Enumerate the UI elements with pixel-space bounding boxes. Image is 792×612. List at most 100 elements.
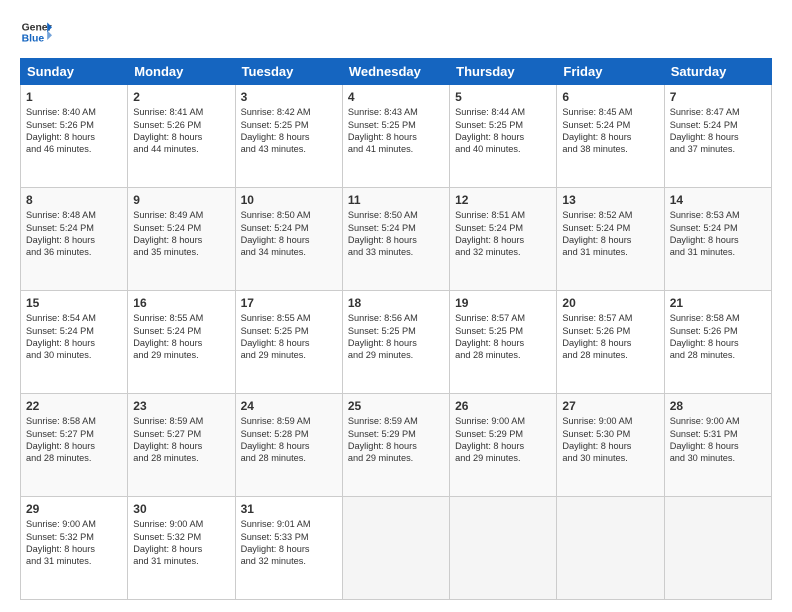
calendar-table: SundayMondayTuesdayWednesdayThursdayFrid…: [20, 58, 772, 600]
cell-details: Sunrise: 8:57 AM Sunset: 5:25 PM Dayligh…: [455, 312, 551, 362]
cell-details: Sunrise: 8:43 AM Sunset: 5:25 PM Dayligh…: [348, 106, 444, 156]
calendar-cell: [664, 497, 771, 600]
day-number: 19: [455, 295, 551, 311]
calendar-cell: 21Sunrise: 8:58 AM Sunset: 5:26 PM Dayli…: [664, 291, 771, 394]
calendar-cell: 30Sunrise: 9:00 AM Sunset: 5:32 PM Dayli…: [128, 497, 235, 600]
calendar-week-row: 15Sunrise: 8:54 AM Sunset: 5:24 PM Dayli…: [21, 291, 772, 394]
calendar-header-row: SundayMondayTuesdayWednesdayThursdayFrid…: [21, 59, 772, 85]
cell-details: Sunrise: 9:00 AM Sunset: 5:31 PM Dayligh…: [670, 415, 766, 465]
calendar-week-row: 1Sunrise: 8:40 AM Sunset: 5:26 PM Daylig…: [21, 85, 772, 188]
header: General Blue: [20, 16, 772, 48]
day-number: 16: [133, 295, 229, 311]
day-number: 10: [241, 192, 337, 208]
day-number: 27: [562, 398, 658, 414]
weekday-header: Tuesday: [235, 59, 342, 85]
day-number: 12: [455, 192, 551, 208]
day-number: 26: [455, 398, 551, 414]
calendar-cell: 31Sunrise: 9:01 AM Sunset: 5:33 PM Dayli…: [235, 497, 342, 600]
day-number: 14: [670, 192, 766, 208]
day-number: 6: [562, 89, 658, 105]
calendar-cell: [557, 497, 664, 600]
weekday-header: Sunday: [21, 59, 128, 85]
calendar-cell: 26Sunrise: 9:00 AM Sunset: 5:29 PM Dayli…: [450, 394, 557, 497]
day-number: 17: [241, 295, 337, 311]
day-number: 21: [670, 295, 766, 311]
weekday-header: Monday: [128, 59, 235, 85]
page: General Blue SundayMondayTuesdayWednesda…: [0, 0, 792, 612]
cell-details: Sunrise: 9:00 AM Sunset: 5:29 PM Dayligh…: [455, 415, 551, 465]
day-number: 29: [26, 501, 122, 517]
cell-details: Sunrise: 8:55 AM Sunset: 5:25 PM Dayligh…: [241, 312, 337, 362]
day-number: 30: [133, 501, 229, 517]
cell-details: Sunrise: 8:48 AM Sunset: 5:24 PM Dayligh…: [26, 209, 122, 259]
cell-details: Sunrise: 8:58 AM Sunset: 5:27 PM Dayligh…: [26, 415, 122, 465]
cell-details: Sunrise: 8:51 AM Sunset: 5:24 PM Dayligh…: [455, 209, 551, 259]
cell-details: Sunrise: 9:00 AM Sunset: 5:32 PM Dayligh…: [26, 518, 122, 568]
cell-details: Sunrise: 8:40 AM Sunset: 5:26 PM Dayligh…: [26, 106, 122, 156]
weekday-header: Thursday: [450, 59, 557, 85]
cell-details: Sunrise: 9:01 AM Sunset: 5:33 PM Dayligh…: [241, 518, 337, 568]
day-number: 25: [348, 398, 444, 414]
calendar-cell: 1Sunrise: 8:40 AM Sunset: 5:26 PM Daylig…: [21, 85, 128, 188]
day-number: 5: [455, 89, 551, 105]
cell-details: Sunrise: 8:45 AM Sunset: 5:24 PM Dayligh…: [562, 106, 658, 156]
day-number: 24: [241, 398, 337, 414]
day-number: 23: [133, 398, 229, 414]
cell-details: Sunrise: 8:44 AM Sunset: 5:25 PM Dayligh…: [455, 106, 551, 156]
cell-details: Sunrise: 8:47 AM Sunset: 5:24 PM Dayligh…: [670, 106, 766, 156]
cell-details: Sunrise: 8:57 AM Sunset: 5:26 PM Dayligh…: [562, 312, 658, 362]
cell-details: Sunrise: 8:59 AM Sunset: 5:29 PM Dayligh…: [348, 415, 444, 465]
calendar-cell: 15Sunrise: 8:54 AM Sunset: 5:24 PM Dayli…: [21, 291, 128, 394]
cell-details: Sunrise: 8:56 AM Sunset: 5:25 PM Dayligh…: [348, 312, 444, 362]
calendar-cell: 28Sunrise: 9:00 AM Sunset: 5:31 PM Dayli…: [664, 394, 771, 497]
calendar-cell: 9Sunrise: 8:49 AM Sunset: 5:24 PM Daylig…: [128, 188, 235, 291]
cell-details: Sunrise: 8:50 AM Sunset: 5:24 PM Dayligh…: [348, 209, 444, 259]
calendar-week-row: 22Sunrise: 8:58 AM Sunset: 5:27 PM Dayli…: [21, 394, 772, 497]
logo-icon: General Blue: [20, 16, 52, 48]
day-number: 13: [562, 192, 658, 208]
cell-details: Sunrise: 8:49 AM Sunset: 5:24 PM Dayligh…: [133, 209, 229, 259]
weekday-header: Wednesday: [342, 59, 449, 85]
cell-details: Sunrise: 8:55 AM Sunset: 5:24 PM Dayligh…: [133, 312, 229, 362]
calendar-cell: [342, 497, 449, 600]
calendar-week-row: 29Sunrise: 9:00 AM Sunset: 5:32 PM Dayli…: [21, 497, 772, 600]
calendar-cell: 3Sunrise: 8:42 AM Sunset: 5:25 PM Daylig…: [235, 85, 342, 188]
calendar-cell: 7Sunrise: 8:47 AM Sunset: 5:24 PM Daylig…: [664, 85, 771, 188]
calendar-cell: 12Sunrise: 8:51 AM Sunset: 5:24 PM Dayli…: [450, 188, 557, 291]
calendar-cell: 14Sunrise: 8:53 AM Sunset: 5:24 PM Dayli…: [664, 188, 771, 291]
calendar-cell: [450, 497, 557, 600]
calendar-cell: 6Sunrise: 8:45 AM Sunset: 5:24 PM Daylig…: [557, 85, 664, 188]
svg-text:Blue: Blue: [22, 34, 45, 45]
day-number: 18: [348, 295, 444, 311]
calendar-cell: 11Sunrise: 8:50 AM Sunset: 5:24 PM Dayli…: [342, 188, 449, 291]
calendar-cell: 25Sunrise: 8:59 AM Sunset: 5:29 PM Dayli…: [342, 394, 449, 497]
calendar-cell: 10Sunrise: 8:50 AM Sunset: 5:24 PM Dayli…: [235, 188, 342, 291]
cell-details: Sunrise: 8:53 AM Sunset: 5:24 PM Dayligh…: [670, 209, 766, 259]
cell-details: Sunrise: 8:54 AM Sunset: 5:24 PM Dayligh…: [26, 312, 122, 362]
cell-details: Sunrise: 8:52 AM Sunset: 5:24 PM Dayligh…: [562, 209, 658, 259]
day-number: 1: [26, 89, 122, 105]
cell-details: Sunrise: 8:59 AM Sunset: 5:27 PM Dayligh…: [133, 415, 229, 465]
cell-details: Sunrise: 8:58 AM Sunset: 5:26 PM Dayligh…: [670, 312, 766, 362]
day-number: 9: [133, 192, 229, 208]
day-number: 31: [241, 501, 337, 517]
cell-details: Sunrise: 8:59 AM Sunset: 5:28 PM Dayligh…: [241, 415, 337, 465]
day-number: 28: [670, 398, 766, 414]
calendar-cell: 4Sunrise: 8:43 AM Sunset: 5:25 PM Daylig…: [342, 85, 449, 188]
day-number: 3: [241, 89, 337, 105]
cell-details: Sunrise: 8:42 AM Sunset: 5:25 PM Dayligh…: [241, 106, 337, 156]
day-number: 7: [670, 89, 766, 105]
day-number: 20: [562, 295, 658, 311]
day-number: 8: [26, 192, 122, 208]
cell-details: Sunrise: 9:00 AM Sunset: 5:30 PM Dayligh…: [562, 415, 658, 465]
calendar-body: 1Sunrise: 8:40 AM Sunset: 5:26 PM Daylig…: [21, 85, 772, 600]
cell-details: Sunrise: 8:41 AM Sunset: 5:26 PM Dayligh…: [133, 106, 229, 156]
calendar-cell: 29Sunrise: 9:00 AM Sunset: 5:32 PM Dayli…: [21, 497, 128, 600]
calendar-cell: 16Sunrise: 8:55 AM Sunset: 5:24 PM Dayli…: [128, 291, 235, 394]
calendar-cell: 19Sunrise: 8:57 AM Sunset: 5:25 PM Dayli…: [450, 291, 557, 394]
logo: General Blue: [20, 16, 52, 48]
calendar-cell: 13Sunrise: 8:52 AM Sunset: 5:24 PM Dayli…: [557, 188, 664, 291]
calendar-cell: 2Sunrise: 8:41 AM Sunset: 5:26 PM Daylig…: [128, 85, 235, 188]
calendar-cell: 5Sunrise: 8:44 AM Sunset: 5:25 PM Daylig…: [450, 85, 557, 188]
weekday-header: Saturday: [664, 59, 771, 85]
